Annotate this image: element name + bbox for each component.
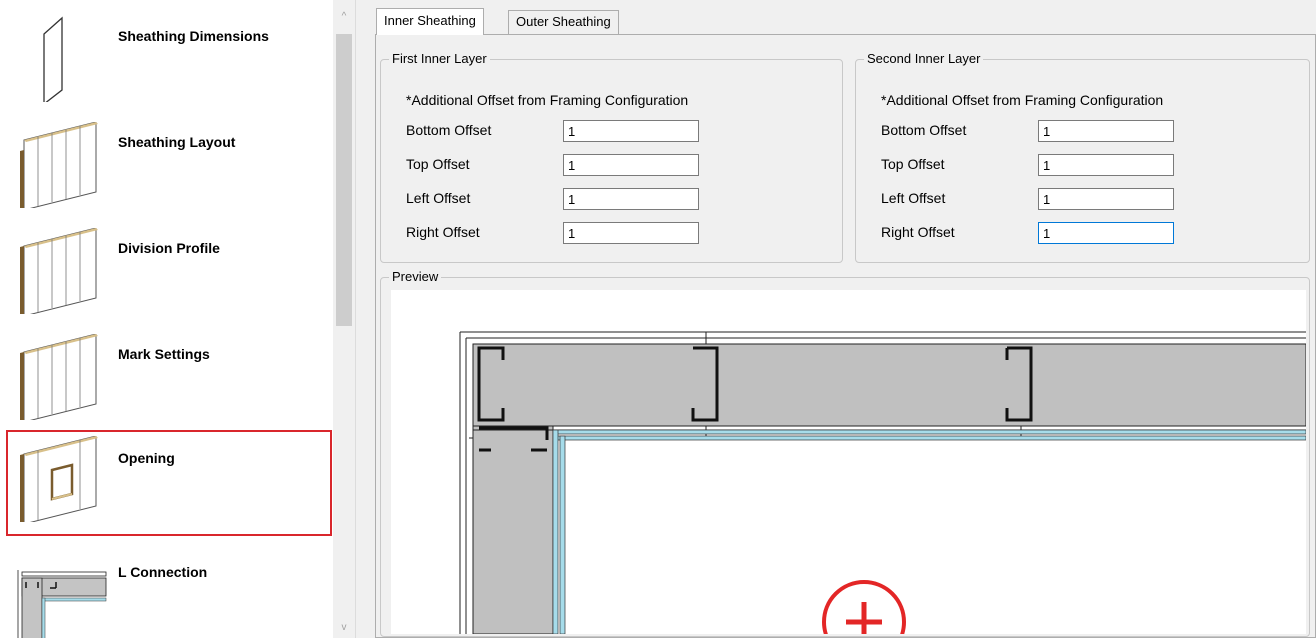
- sheathing-layout-icon: [20, 122, 98, 208]
- sidebar-item-l-connection[interactable]: L Connection: [0, 540, 332, 638]
- sidebar-scrollbar[interactable]: ^ v: [333, 0, 355, 638]
- field-label: Right Offset: [406, 224, 480, 240]
- sidebar-item-opening[interactable]: Opening: [6, 430, 332, 536]
- right-offset-row: Right Offset: [881, 222, 1301, 244]
- top-sheathing-band: [472, 343, 1306, 427]
- right-offset-input[interactable]: [563, 222, 699, 244]
- left-offset-input[interactable]: [1038, 188, 1174, 210]
- offset-note: *Additional Offset from Framing Configur…: [406, 92, 689, 108]
- sidebar-item-label: L Connection: [118, 564, 208, 580]
- opening-icon: [20, 436, 98, 522]
- bottom-offset-row: Bottom Offset: [881, 120, 1301, 142]
- sidebar-item-mark-settings[interactable]: Mark Settings: [0, 322, 332, 428]
- field-label: Top Offset: [406, 156, 470, 172]
- top-offset-row: Top Offset: [881, 154, 1301, 176]
- second-inner-layer-group: Second Inner Layer *Additional Offset fr…: [855, 51, 1310, 263]
- mark-settings-icon: [20, 334, 98, 420]
- group-title: First Inner Layer: [389, 51, 490, 66]
- sheathing-preview-drawing: [391, 290, 1306, 634]
- preview-group: Preview: [380, 269, 1310, 637]
- scroll-thumb[interactable]: [336, 34, 352, 326]
- right-offset-row: Right Offset: [406, 222, 826, 244]
- sidebar-item-sheathing-layout[interactable]: Sheathing Layout: [0, 110, 332, 216]
- sidebar-item-label: Division Profile: [118, 240, 220, 256]
- sidebar-item-sheathing-dimensions[interactable]: Sheathing Dimensions: [0, 4, 332, 110]
- sidebar-item-division-profile[interactable]: Division Profile: [0, 216, 332, 322]
- field-label: Bottom Offset: [406, 122, 492, 138]
- tab-inner-sheathing[interactable]: Inner Sheathing: [376, 8, 484, 35]
- first-inner-layer-group: First Inner Layer *Additional Offset fro…: [380, 51, 843, 263]
- left-offset-row: Left Offset: [881, 188, 1301, 210]
- inner-frame-lines: [469, 425, 1306, 634]
- sheathing-dimensions-icon: [43, 16, 63, 102]
- bottom-offset-input[interactable]: [563, 120, 699, 142]
- sidebar-item-label: Sheathing Layout: [118, 134, 236, 150]
- sidebar-item-label: Mark Settings: [118, 346, 210, 362]
- group-title: Second Inner Layer: [864, 51, 984, 66]
- division-profile-icon: [20, 228, 98, 314]
- left-offset-row: Left Offset: [406, 188, 826, 210]
- offset-note: *Additional Offset from Framing Configur…: [881, 92, 1164, 108]
- bottom-offset-input[interactable]: [1038, 120, 1174, 142]
- sheathing-settings-panel: Inner Sheathing Outer Sheathing First In…: [370, 8, 1316, 638]
- field-label: Bottom Offset: [881, 122, 967, 138]
- tab-content: First Inner Layer *Additional Offset fro…: [375, 34, 1316, 638]
- field-label: Left Offset: [881, 190, 946, 206]
- right-offset-input[interactable]: [1038, 222, 1174, 244]
- scroll-down-icon[interactable]: v: [333, 618, 355, 638]
- scroll-up-icon[interactable]: ^: [333, 0, 355, 34]
- group-title: Preview: [389, 269, 442, 284]
- field-label: Top Offset: [881, 156, 945, 172]
- top-offset-input[interactable]: [1038, 154, 1174, 176]
- left-sheathing-band: [472, 425, 554, 634]
- field-label: Left Offset: [406, 190, 471, 206]
- origin-marker-icon: [822, 580, 906, 634]
- bottom-offset-row: Bottom Offset: [406, 120, 826, 142]
- top-offset-input[interactable]: [563, 154, 699, 176]
- top-offset-row: Top Offset: [406, 154, 826, 176]
- inner-sheathing-layers: [552, 429, 1306, 634]
- l-connection-icon: [17, 570, 107, 638]
- settings-category-list: Sheathing Dimensions Sheathing Layout Di…: [0, 0, 356, 638]
- tab-outer-sheathing[interactable]: Outer Sheathing: [508, 10, 619, 34]
- field-label: Right Offset: [881, 224, 955, 240]
- left-offset-input[interactable]: [563, 188, 699, 210]
- sidebar-item-label: Sheathing Dimensions: [118, 28, 269, 44]
- sidebar-item-label: Opening: [118, 450, 175, 466]
